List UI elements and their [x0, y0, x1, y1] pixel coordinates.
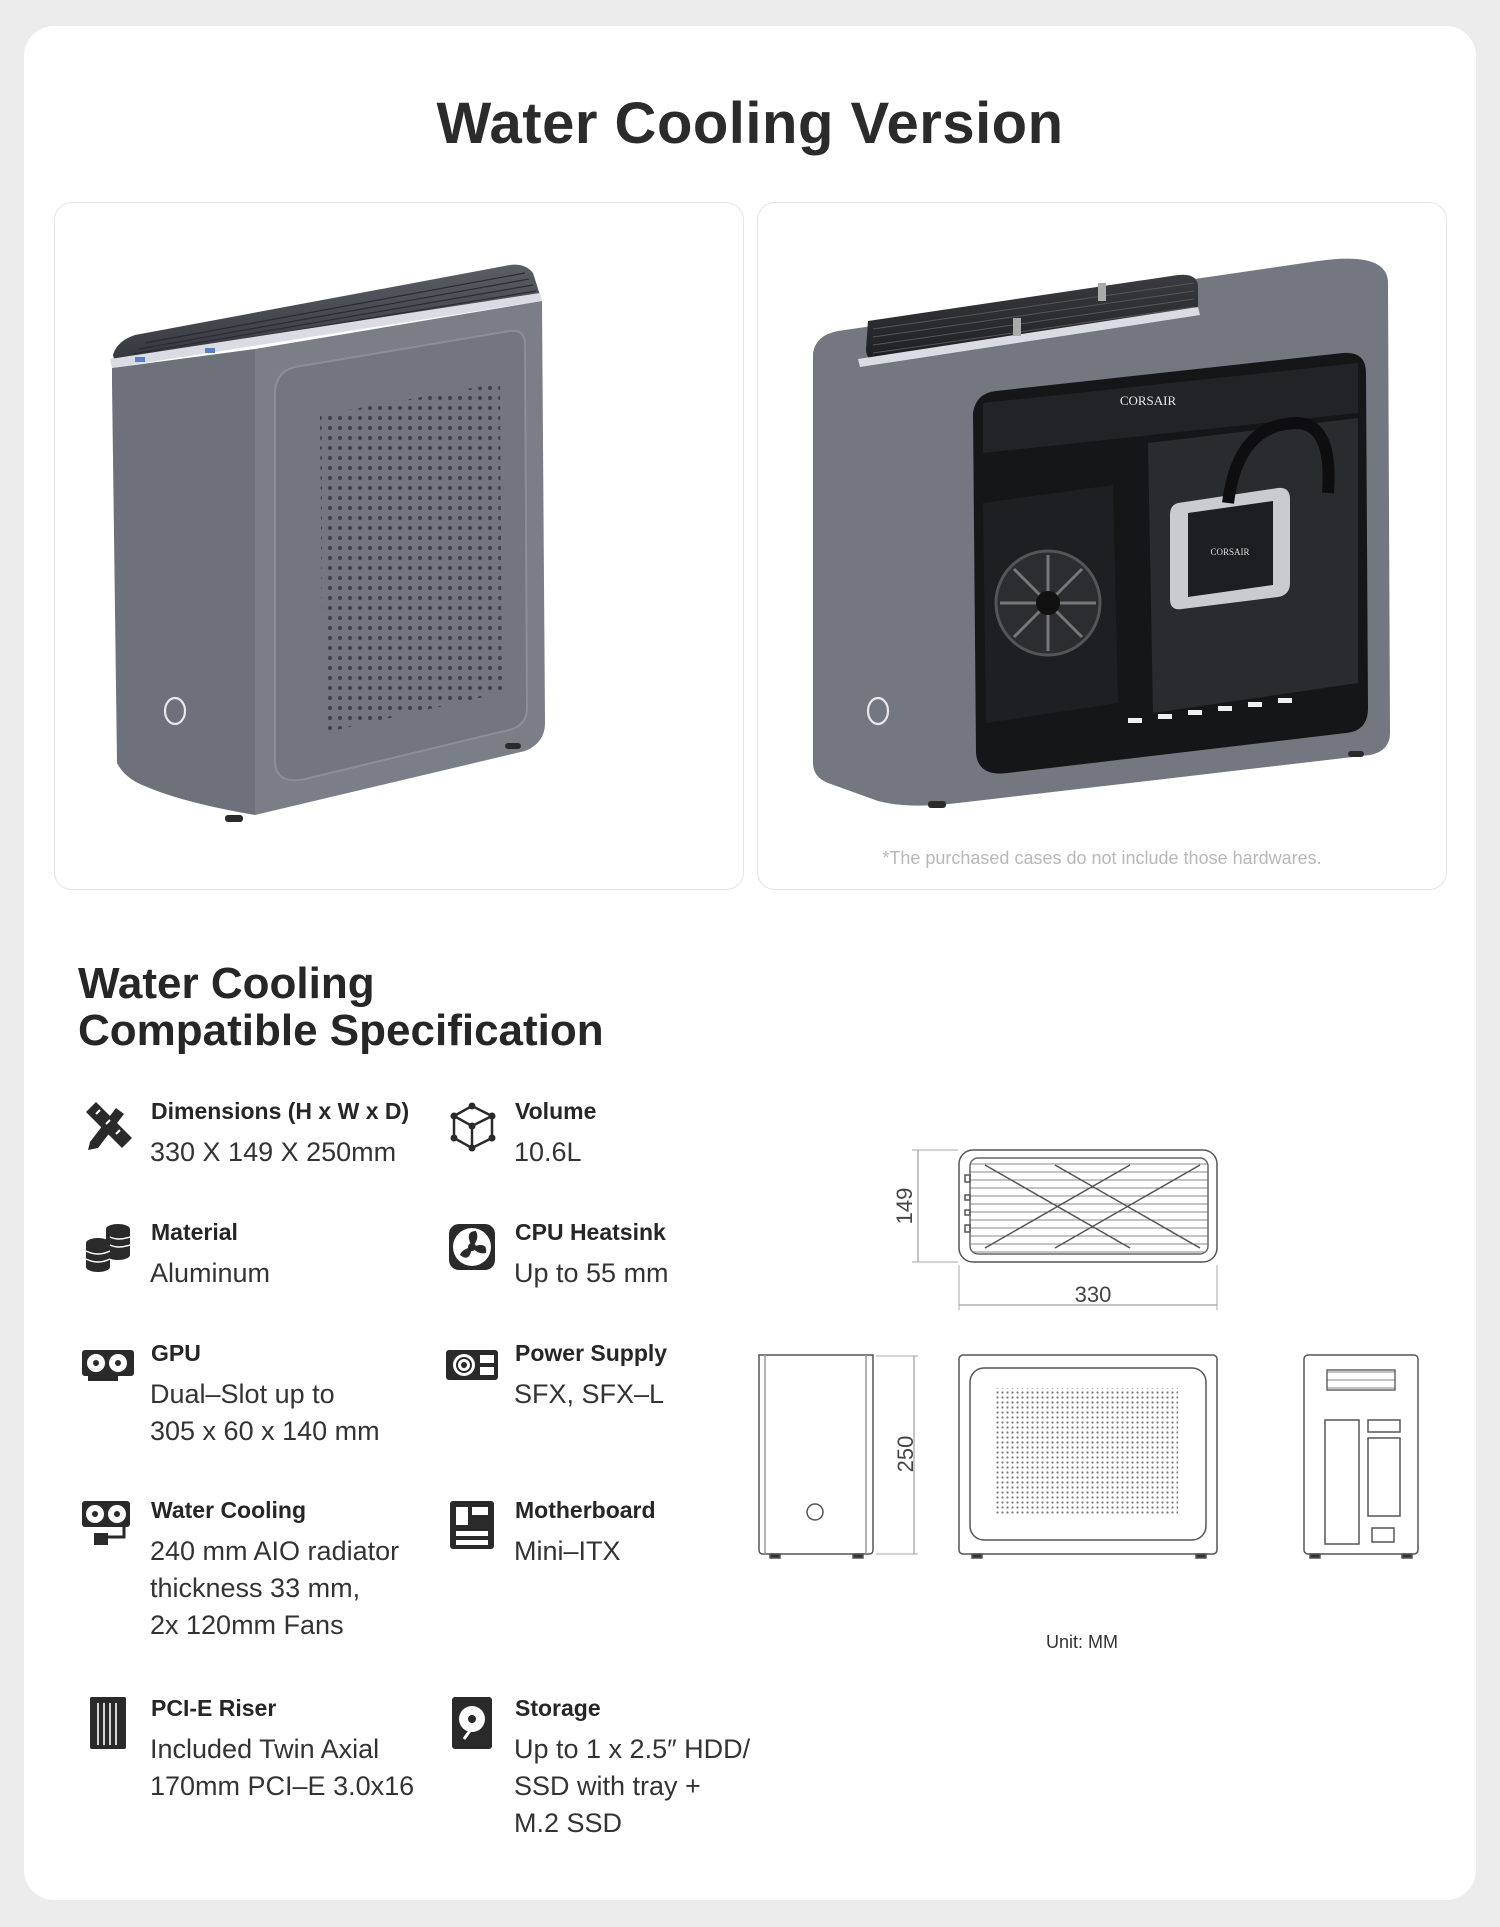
unit-label: Unit: MM [1046, 1632, 1118, 1652]
dim-width-label: 330 [1075, 1282, 1112, 1307]
rear-view-drawing [1303, 1354, 1419, 1559]
front-view-drawing [958, 1354, 1218, 1559]
side-view-drawing [758, 1354, 874, 1559]
dim-depth-label: 149 [892, 1188, 917, 1225]
technical-drawings: 149 330 250 [758, 1149, 1419, 1559]
top-view-drawing [958, 1149, 1218, 1263]
dim-height-label: 250 [893, 1436, 918, 1473]
